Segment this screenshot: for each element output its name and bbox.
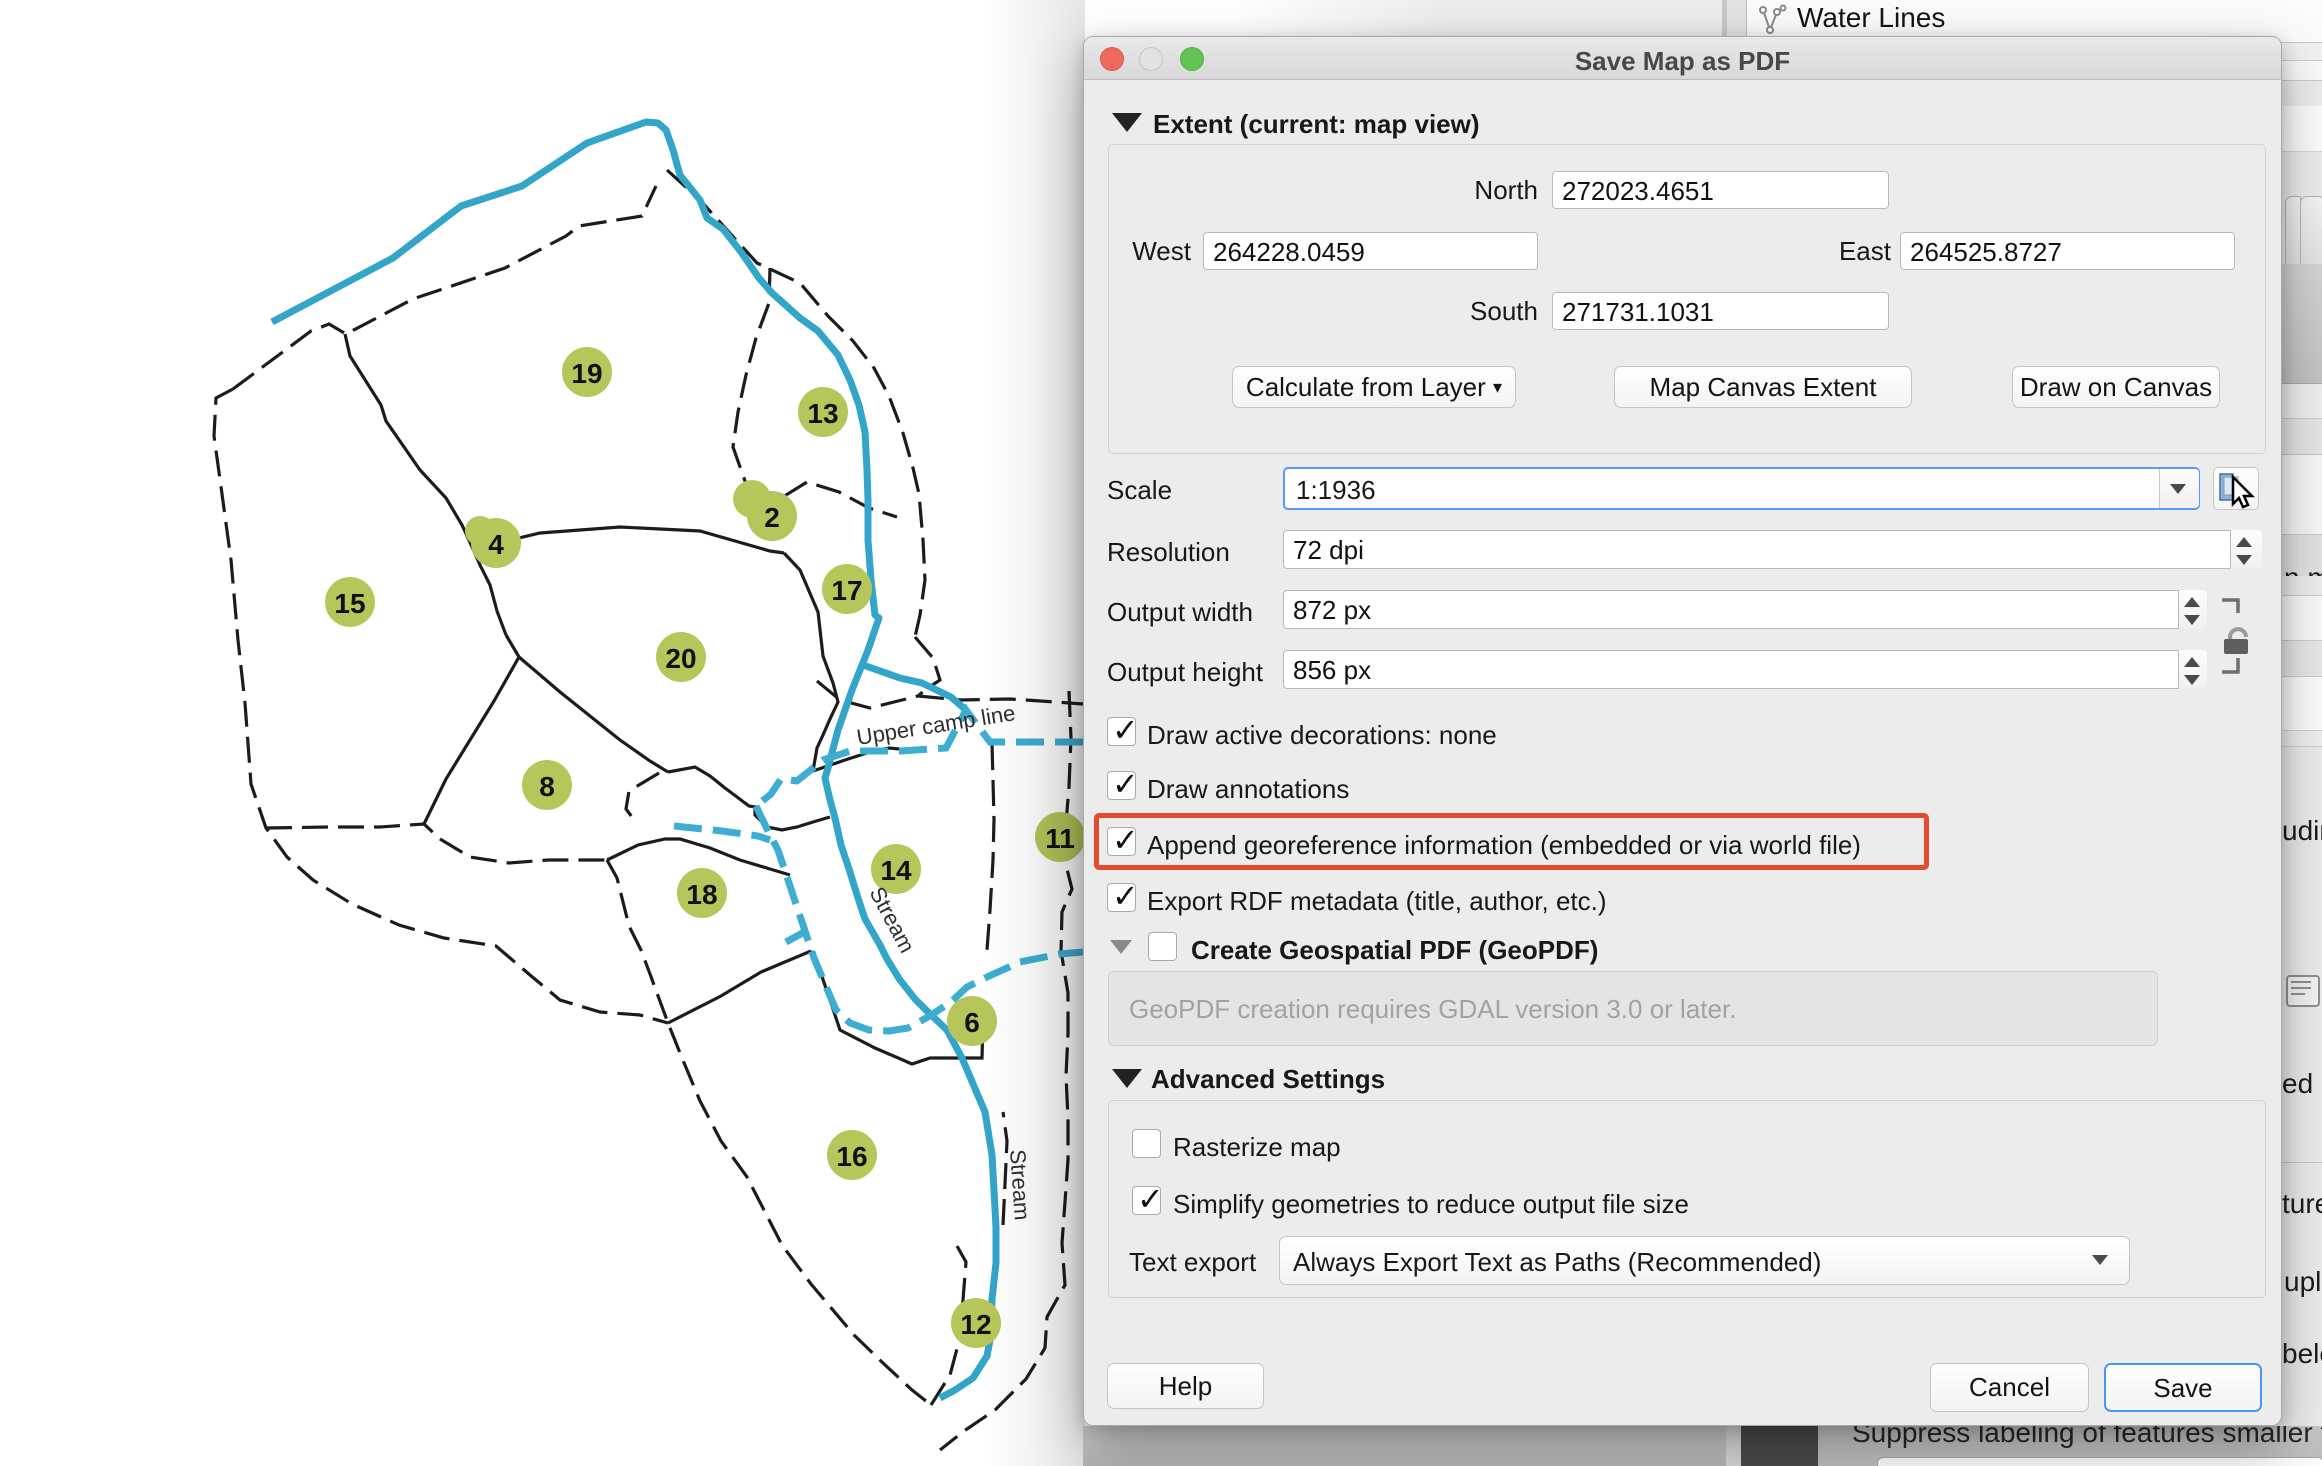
svg-text:19: 19: [571, 358, 602, 389]
svg-text:2: 2: [764, 502, 780, 533]
svg-text:18: 18: [686, 879, 717, 910]
svg-text:17: 17: [831, 575, 862, 606]
svg-text:14: 14: [880, 855, 912, 886]
svg-text:15: 15: [334, 588, 365, 619]
svg-text:8: 8: [539, 771, 555, 802]
svg-text:6: 6: [964, 1007, 980, 1038]
svg-text:20: 20: [665, 643, 696, 674]
svg-text:4: 4: [488, 529, 504, 560]
svg-text:16: 16: [836, 1141, 867, 1172]
svg-text:13: 13: [807, 398, 838, 429]
